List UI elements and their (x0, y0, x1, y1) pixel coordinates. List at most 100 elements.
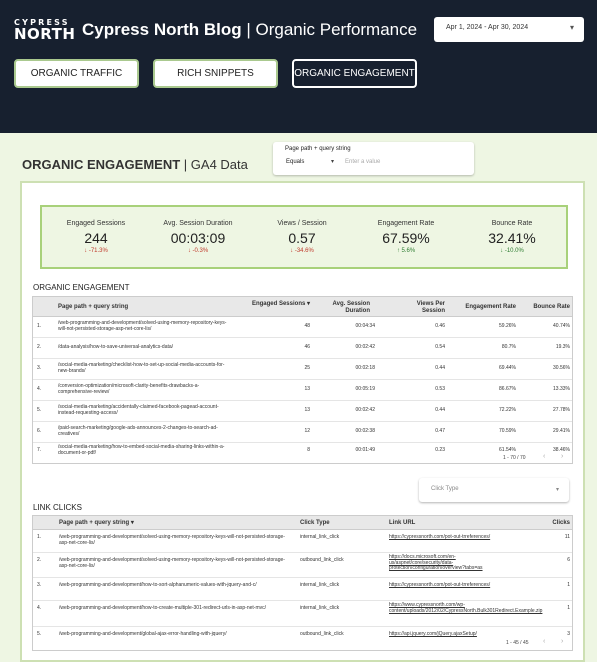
table-row[interactable]: 2. /web-programming-and-development/solv… (33, 553, 572, 578)
kpi-views-per-session: Views / Session 0.57 ↓ -34.6% (252, 220, 352, 254)
prev-page-button[interactable]: ‹ (543, 638, 545, 645)
row-number: 3. (37, 582, 42, 588)
date-range-picker[interactable]: Apr 1, 2024 - Apr 30, 2024 ▾ (434, 17, 584, 42)
engagement-rate-cell: 80.7% (501, 344, 516, 350)
nav-organic-engagement-button[interactable]: ORGANIC ENGAGEMENT (292, 59, 417, 88)
column-header[interactable]: Page path + query string ▾ (59, 520, 259, 527)
column-header[interactable]: Page path + query string (58, 304, 248, 311)
duration-cell: 00:02:38 (355, 428, 375, 434)
page-path-cell: /web-programming-and-development/solved-… (59, 557, 285, 569)
link-clicks-title: LINK CLICKS (33, 503, 82, 512)
engaged-sessions-cell: 12 (304, 428, 310, 434)
section-title-main: ORGANIC ENGAGEMENT (22, 157, 181, 172)
table-row[interactable]: 3. /web-programming-and-development/how-… (33, 578, 572, 601)
kpi-value: 67.59% (382, 230, 430, 246)
bounce-rate-cell: 13.33% (553, 386, 570, 392)
click-type-dropdown[interactable]: Click Type ▾ (419, 478, 569, 502)
filter-operator-select[interactable]: Equals (286, 159, 304, 165)
bounce-rate-cell: 40.74% (553, 323, 570, 329)
views-cell: 0.23 (435, 447, 445, 453)
nav-organic-traffic-button[interactable]: ORGANIC TRAFFIC (14, 59, 139, 88)
row-number: 5. (37, 407, 42, 413)
duration-cell: 00:01:49 (355, 447, 375, 453)
link-clicks-table: Page path + query string ▾ Click Type Li… (32, 515, 573, 651)
clicks-cell: 1 (567, 582, 570, 588)
duration-cell: 00:04:34 (355, 323, 375, 329)
table-row[interactable]: 1. /web-programming-and-development/solv… (33, 317, 572, 338)
kpi-value: 32.41% (488, 230, 536, 246)
column-header[interactable]: Engaged Sessions ▾ (248, 301, 310, 308)
link-url-cell[interactable]: https://docs.microsoft.com/en-us/aspnet/… (389, 554, 507, 572)
kpi-engagement-rate: Engagement Rate 67.59% ↑ 5.6% (356, 220, 456, 254)
kpi-value: 244 (84, 230, 108, 246)
page-path-cell: /web-programming-and-development/solved-… (59, 534, 285, 546)
bounce-rate-cell: 27.78% (553, 407, 570, 413)
link-url-cell[interactable]: https://cypressnorth.com/pot-out-trrefer… (389, 582, 517, 589)
page-path-cell: /web-programming-and-development/how-to-… (59, 605, 267, 611)
bounce-rate-cell: 38.46% (553, 447, 570, 453)
logo-bottom-text: NORTH (14, 25, 76, 43)
title-subject: Organic Performance (255, 20, 418, 39)
title-separator: | (241, 20, 256, 39)
dashboard-title: Cypress North Blog | Organic Performance (82, 20, 417, 40)
row-number: 4. (37, 386, 42, 392)
table-row[interactable]: 4. /web-programming-and-development/how-… (33, 601, 572, 627)
column-header[interactable]: Views Per Session (393, 301, 445, 314)
engagement-rate-cell: 69.44% (499, 365, 516, 371)
engagement-card: Engaged Sessions 244 ↓ -71.3% Avg. Sessi… (20, 181, 585, 662)
click-type-label: Click Type (431, 486, 459, 492)
column-header[interactable]: Engagement Rate (451, 304, 516, 311)
bounce-rate-cell: 30.56% (553, 365, 570, 371)
table-row[interactable]: 5. /social-media-marketing/accidentally-… (33, 401, 572, 422)
next-page-button[interactable]: › (561, 453, 563, 460)
column-header[interactable]: Link URL (389, 520, 469, 527)
engagement-rate-cell: 61.54% (499, 447, 516, 453)
engagement-rate-cell: 59.26% (499, 323, 516, 329)
column-header[interactable]: Avg. Session Duration (320, 301, 370, 314)
table-row[interactable]: 5. /web-programming-and-development/glob… (33, 627, 572, 650)
link-url-cell[interactable]: https://cypressnorth.com/pot-out-trrefer… (389, 534, 517, 541)
page-path-cell: /conversion-optimization/microsoft-clari… (58, 383, 200, 395)
pagination-text: 1 - 45 / 45 (506, 640, 529, 646)
chevron-down-icon[interactable]: ▾ (331, 158, 334, 165)
table-row[interactable]: 6. /paid-search-marketing/google-ads-ann… (33, 422, 572, 443)
clicks-cell: 1 (567, 605, 570, 611)
next-page-button[interactable]: › (561, 638, 563, 645)
kpi-delta: ↑ 5.6% (396, 248, 416, 254)
click-type-cell: internal_link_click (300, 534, 340, 540)
row-number: 2. (37, 557, 42, 563)
column-header[interactable]: Clicks (533, 520, 570, 527)
nav-rich-snippets-button[interactable]: RICH SNIPPETS (153, 59, 278, 88)
table-row[interactable]: 4. /conversion-optimization/microsoft-cl… (33, 380, 572, 401)
table-row[interactable]: 7. /social-media-marketing/how-to-embed-… (33, 443, 572, 464)
section-title-separator: | (180, 157, 191, 172)
click-type-cell: outbound_link_click (300, 631, 344, 637)
page-path-cell: /web-programming-and-development/how-to-… (59, 582, 257, 588)
table-row[interactable]: 3. /social-media-marketing/checklist-how… (33, 359, 572, 380)
kpi-delta: ↓ -71.3% (84, 248, 108, 254)
table-row[interactable]: 1. /web-programming-and-development/solv… (33, 530, 572, 553)
filter-value-input[interactable]: Enter a value (345, 159, 380, 165)
row-number: 5. (37, 631, 42, 637)
column-header[interactable]: Bounce Rate (523, 304, 570, 311)
kpi-value: 00:03:09 (170, 230, 226, 246)
table-row[interactable]: 2. /data-analysis/how-to-save-universal-… (33, 338, 572, 359)
cypress-north-logo: CYPRESS NORTH (14, 18, 75, 42)
kpi-label: Avg. Session Duration (163, 220, 233, 227)
link-url-cell[interactable]: https://www.cypressnorth.com/wp-content/… (389, 602, 542, 614)
engaged-sessions-cell: 25 (304, 365, 310, 371)
duration-cell: 00:02:18 (355, 365, 375, 371)
column-header[interactable]: Click Type (300, 520, 380, 527)
click-type-cell: internal_link_click (300, 582, 340, 588)
kpi-delta: ↓ -10.0% (500, 248, 524, 254)
views-cell: 0.46 (435, 323, 445, 329)
engaged-sessions-cell: 8 (307, 447, 310, 453)
row-number: 2. (37, 344, 42, 350)
prev-page-button[interactable]: ‹ (543, 453, 545, 460)
engagement-table: Page path + query string Engaged Session… (32, 296, 573, 464)
page-path-cell: /social-media-marketing/how-to-embed-soc… (58, 444, 225, 456)
page-path-cell: /web-programming-and-development/solved-… (58, 320, 227, 332)
link-url-cell[interactable]: https://api.jquery.com/jQuery.ajaxSetup/ (389, 631, 517, 638)
engagement-table-title: ORGANIC ENGAGEMENT (33, 283, 130, 292)
kpi-delta: ↓ -34.6% (290, 248, 314, 254)
